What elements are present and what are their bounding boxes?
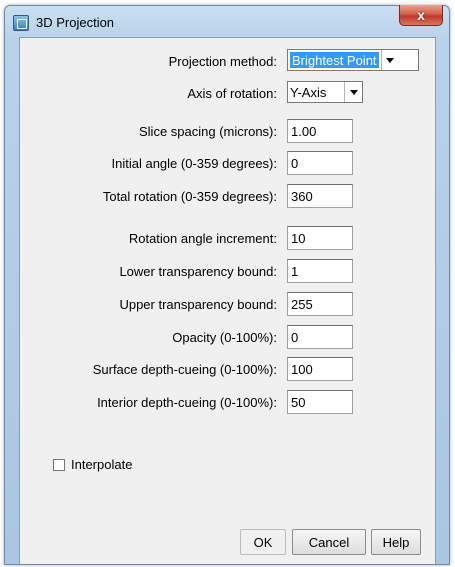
chevron-down-icon[interactable] bbox=[380, 50, 399, 70]
projection-method-row: Projection method: Brightest Point bbox=[20, 48, 435, 74]
dialog-window: 3D Projection x Projection method: Brigh… bbox=[4, 5, 450, 565]
axis-of-rotation-select[interactable]: Y-Axis bbox=[287, 81, 363, 103]
initial-angle-label: Initial angle (0-359 degrees): bbox=[111, 156, 278, 171]
chevron-down-icon[interactable] bbox=[344, 82, 362, 102]
interior-depth-cueing-input[interactable]: 50 bbox=[287, 390, 353, 414]
axis-of-rotation-row: Axis of rotation: Y-Axis bbox=[20, 80, 435, 106]
upper-transparency-input[interactable]: 255 bbox=[287, 292, 353, 316]
opacity-label: Opacity (0-100%): bbox=[172, 330, 277, 345]
total-rotation-input[interactable]: 360 bbox=[287, 184, 353, 208]
interpolate-checkbox[interactable] bbox=[53, 459, 65, 471]
close-button[interactable]: x bbox=[399, 5, 443, 26]
cancel-button[interactable]: Cancel bbox=[292, 529, 366, 555]
axis-of-rotation-label: Axis of rotation: bbox=[187, 86, 277, 101]
upper-transparency-row: Upper transparency bound: 255 bbox=[20, 291, 435, 317]
rotation-increment-label: Rotation angle increment: bbox=[128, 231, 277, 246]
upper-transparency-label: Upper transparency bound: bbox=[119, 297, 277, 312]
total-rotation-row: Total rotation (0-359 degrees): 360 bbox=[20, 183, 435, 209]
surface-depth-cueing-label: Surface depth-cueing (0-100%): bbox=[92, 362, 277, 377]
ok-button[interactable]: OK bbox=[240, 529, 286, 555]
initial-angle-row: Initial angle (0-359 degrees): 0 bbox=[20, 150, 435, 176]
opacity-input[interactable]: 0 bbox=[287, 325, 353, 349]
slice-spacing-row: Slice spacing (microns): 1.00 bbox=[20, 118, 435, 144]
interior-depth-cueing-row: Interior depth-cueing (0-100%): 50 bbox=[20, 389, 435, 415]
initial-angle-input[interactable]: 0 bbox=[287, 151, 353, 175]
lower-transparency-input[interactable]: 1 bbox=[287, 259, 353, 283]
axis-of-rotation-value: Y-Axis bbox=[290, 85, 327, 100]
help-button[interactable]: Help bbox=[371, 529, 421, 555]
slice-spacing-input[interactable]: 1.00 bbox=[287, 119, 353, 143]
lower-transparency-label: Lower transparency bound: bbox=[119, 264, 277, 279]
dialog-content: Projection method: Brightest Point Axis … bbox=[19, 37, 436, 564]
opacity-row: Opacity (0-100%): 0 bbox=[20, 324, 435, 350]
projection-method-value: Brightest Point bbox=[290, 52, 379, 68]
lower-transparency-row: Lower transparency bound: 1 bbox=[20, 258, 435, 284]
rotation-increment-input[interactable]: 10 bbox=[287, 226, 353, 250]
surface-depth-cueing-row: Surface depth-cueing (0-100%): 100 bbox=[20, 356, 435, 382]
projection-method-label: Projection method: bbox=[168, 54, 277, 69]
projection-method-select[interactable]: Brightest Point bbox=[287, 49, 419, 71]
rotation-increment-row: Rotation angle increment: 10 bbox=[20, 225, 435, 251]
interpolate-label: Interpolate bbox=[71, 457, 133, 472]
total-rotation-label: Total rotation (0-359 degrees): bbox=[102, 189, 277, 204]
app-icon bbox=[13, 15, 29, 31]
interior-depth-cueing-label: Interior depth-cueing (0-100%): bbox=[97, 395, 277, 410]
slice-spacing-label: Slice spacing (microns): bbox=[139, 124, 277, 139]
window-title: 3D Projection bbox=[36, 15, 115, 30]
title-bar[interactable]: 3D Projection x bbox=[5, 5, 449, 36]
surface-depth-cueing-input[interactable]: 100 bbox=[287, 357, 353, 381]
